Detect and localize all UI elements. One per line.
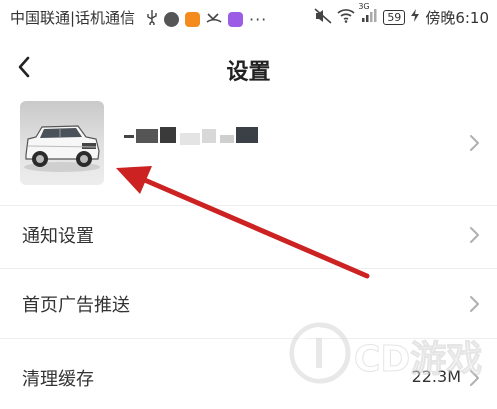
chat-app-icon <box>228 11 243 27</box>
chevron-right-icon <box>470 135 479 151</box>
notification-icons: ··· <box>146 9 267 29</box>
battery-indicator: 59 <box>383 10 406 25</box>
divider <box>0 268 497 269</box>
settings-item-label: 首页广告推送 <box>22 295 130 316</box>
settings-item-notifications[interactable]: 通知设置 <box>0 204 497 266</box>
more-notifications-icon: ··· <box>249 9 268 29</box>
carrier-label: 中国联通|话机通信 <box>10 9 136 27</box>
app-notification-icon <box>164 11 179 27</box>
video-app-icon <box>185 11 200 27</box>
mute-icon <box>314 7 332 28</box>
missed-call-icon <box>206 9 222 29</box>
chevron-right-icon <box>470 296 479 312</box>
charging-icon <box>410 8 420 27</box>
watermark-logo: CD游戏 <box>288 318 497 388</box>
usb-icon <box>146 9 158 29</box>
chevron-right-icon <box>470 227 479 243</box>
car-avatar[interactable] <box>20 101 104 185</box>
clock: 傍晚6:10 <box>425 9 489 27</box>
nav-bar: 设置 <box>0 44 497 94</box>
wifi-icon <box>337 8 355 27</box>
settings-item-label: 通知设置 <box>22 226 94 247</box>
signal-icon: 3G <box>358 2 378 27</box>
status-bar: 中国联通|话机通信 ··· 3G 59 傍晚6:10 <box>0 0 497 34</box>
page-title: 设置 <box>226 60 271 85</box>
settings-item-label: 清理缓存 <box>22 369 94 390</box>
system-status: 3G 59 傍晚6:10 <box>314 2 489 28</box>
nickname-redacted <box>124 123 274 151</box>
network-type-label: 3G <box>358 2 370 11</box>
profile-row[interactable] <box>0 97 497 189</box>
